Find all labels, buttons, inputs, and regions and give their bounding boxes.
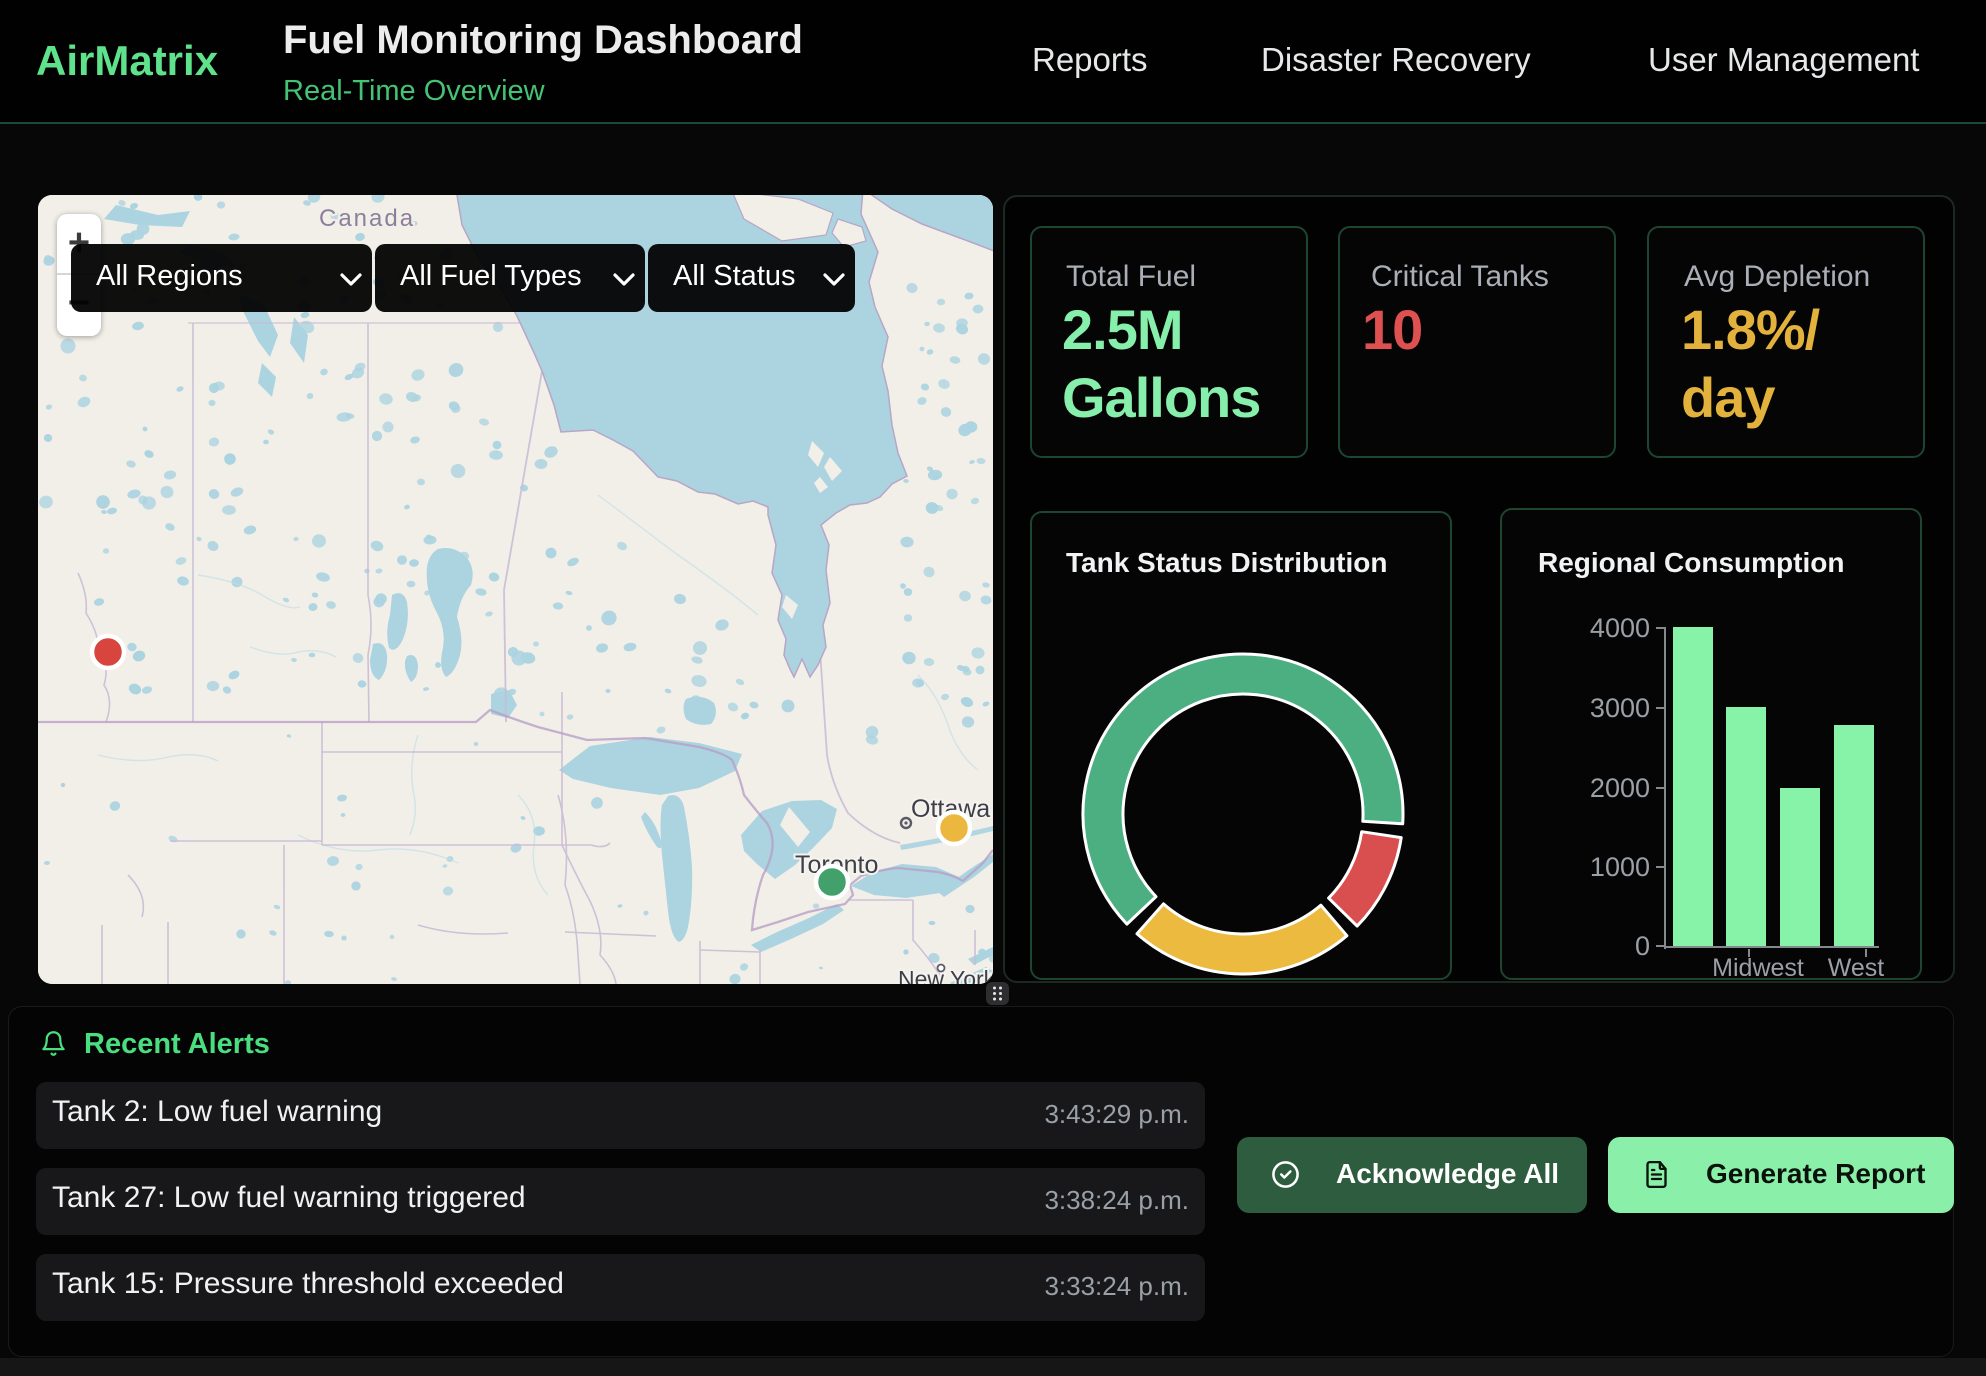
- svg-text:New York: New York: [898, 966, 993, 984]
- svg-text:Canada: Canada: [319, 205, 415, 232]
